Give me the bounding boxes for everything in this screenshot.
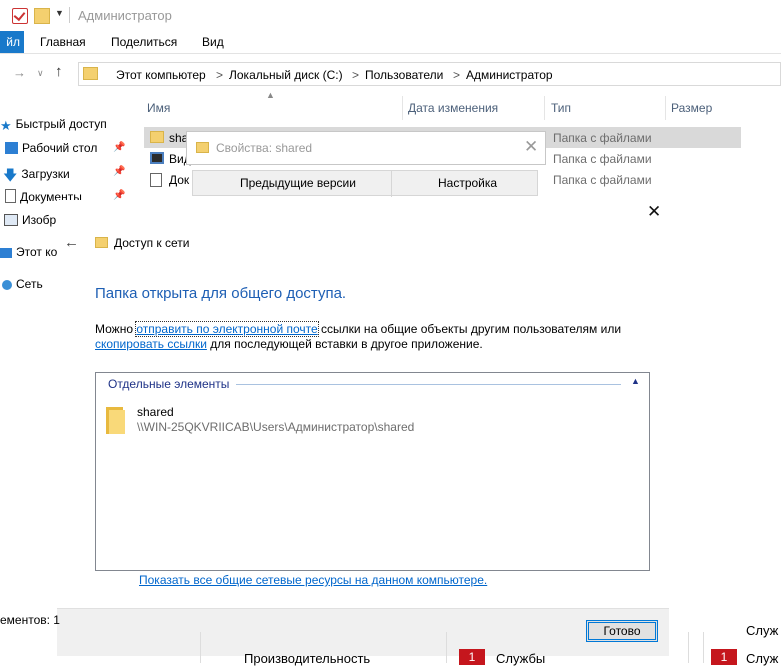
folder-icon — [196, 142, 209, 153]
performance-tab[interactable]: Производительность — [244, 651, 370, 666]
pin-icon[interactable]: 📌 — [113, 142, 125, 153]
shared-items-list[interactable]: Отдельные элементы ▲ shared \\WIN-25QKVR… — [95, 372, 650, 571]
computer-icon — [0, 248, 12, 258]
column-date[interactable]: Дата изменения — [408, 101, 498, 115]
desktop-icon — [5, 142, 18, 154]
documents-icon — [150, 173, 162, 187]
nav-item-downloads[interactable]: 🡇 Загрузки — [0, 165, 70, 183]
crumb-separator: > — [216, 68, 224, 82]
column-divider[interactable] — [665, 96, 666, 120]
tab-settings[interactable]: Настройка — [438, 176, 497, 190]
pin-icon[interactable]: 📌 — [113, 166, 125, 177]
services-label: Служ — [746, 623, 779, 638]
show-all-shares-link[interactable]: Показать все общие сетевые ресурсы на да… — [139, 573, 487, 587]
properties-window-title-bar: Свойства: shared ✕ — [186, 131, 546, 165]
dialog-description: Можно отправить по электронной почте ссы… — [95, 321, 622, 351]
properties-icon[interactable] — [12, 8, 28, 24]
tab-view[interactable]: Вид — [202, 35, 224, 49]
status-bar-item-count: ементов: 1 — [0, 613, 60, 627]
file-name: Док — [169, 173, 190, 187]
nav-item-pictures[interactable]: Изобр — [0, 213, 56, 227]
file-type: Папка с файлами — [553, 131, 652, 145]
column-type[interactable]: Тип — [551, 101, 571, 115]
group-divider — [236, 384, 621, 385]
address-bar[interactable]: Этот компьютер > Локальный диск (C:) > П… — [78, 62, 781, 86]
forward-arrow-icon[interactable]: → — [13, 65, 26, 80]
dialog-header-title: Доступ к сети — [114, 236, 190, 250]
file-type: Папка с файлами — [553, 173, 652, 187]
recent-locations-icon[interactable]: ∨ — [37, 68, 44, 79]
item-name[interactable]: shared — [137, 405, 174, 419]
dialog-heading: Папка открыта для общего доступа. — [95, 285, 347, 302]
column-divider[interactable] — [402, 96, 403, 120]
properties-tabs: Предыдущие версии Настройка — [192, 170, 538, 197]
chevron-up-icon[interactable]: ▲ — [631, 376, 640, 386]
folder-icon — [106, 407, 125, 434]
group-header[interactable]: Отдельные элементы — [108, 377, 229, 391]
item-path: \\WIN-25QKVRIICAB\Users\Администратор\sh… — [137, 420, 415, 434]
email-link[interactable]: отправить по электронной почте — [135, 321, 319, 337]
file-type: Папка с файлами — [553, 152, 652, 166]
window-title: Администратор — [78, 8, 172, 23]
nav-item-network[interactable]: Сеть — [0, 277, 43, 291]
explorer-title-bar: ▼ Администратор — [0, 0, 781, 31]
up-arrow-icon[interactable]: ↑ — [55, 63, 63, 80]
download-icon: 🡇 — [3, 167, 18, 183]
tab-home[interactable]: Главная — [40, 35, 86, 49]
tab-share[interactable]: Поделиться — [111, 35, 177, 49]
pictures-icon — [4, 214, 18, 226]
properties-title: Свойства: shared — [216, 141, 313, 155]
nav-item-quick-access[interactable]: ★ Быстрый доступ — [0, 117, 107, 133]
divider — [446, 632, 447, 663]
crumb-administrator[interactable]: Администратор — [466, 68, 553, 82]
services-tab[interactable]: Служ — [746, 651, 778, 666]
crumb-local-disk[interactable]: Локальный диск (C:) — [229, 68, 343, 82]
divider — [703, 632, 704, 663]
video-folder-icon — [150, 152, 164, 164]
crumb-this-pc[interactable]: Этот компьютер — [116, 68, 206, 82]
nav-item-this-pc[interactable]: Этот ко — [0, 245, 57, 259]
divider — [688, 632, 689, 663]
network-icon — [2, 280, 12, 290]
tab-previous-versions[interactable]: Предыдущие версии — [240, 176, 356, 190]
network-share-icon — [95, 237, 108, 248]
column-headers: Имя Дата изменения Тип Размер — [140, 96, 781, 120]
tab-file[interactable]: йл — [0, 31, 24, 53]
folder-icon — [83, 67, 98, 80]
crumb-users[interactable]: Пользователи — [365, 68, 443, 82]
chevron-down-icon[interactable]: ▼ — [55, 8, 69, 22]
column-divider[interactable] — [544, 96, 545, 120]
crumb-separator: > — [453, 68, 461, 82]
column-name[interactable]: Имя — [147, 101, 170, 115]
back-arrow-icon[interactable]: ← — [64, 234, 79, 251]
nav-item-desktop[interactable]: Рабочий стол — [0, 141, 97, 155]
close-icon[interactable]: ✕ — [524, 137, 538, 157]
divider — [391, 171, 392, 197]
star-icon: ★ — [0, 118, 12, 133]
services-tab[interactable]: Службы — [496, 651, 545, 666]
copy-links-link[interactable]: скопировать ссылки — [95, 337, 207, 351]
divider — [200, 632, 201, 663]
folder-icon — [150, 131, 164, 143]
new-folder-icon[interactable] — [34, 8, 50, 24]
address-bar-row: → ∨ ↑ Этот компьютер > Локальный диск (C… — [0, 60, 781, 88]
divider — [69, 7, 70, 23]
close-icon[interactable]: ✕ — [647, 202, 661, 222]
network-access-dialog: ✕ ← Доступ к сети Папка открыта для обще… — [57, 200, 669, 656]
column-size[interactable]: Размер — [671, 101, 712, 115]
documents-icon — [5, 189, 16, 203]
ribbon-tabs: йл Главная Поделиться Вид — [0, 31, 781, 54]
background-window-fragment: Производительность 1 Службы 1 Служ — [0, 632, 781, 666]
crumb-separator: > — [352, 68, 360, 82]
